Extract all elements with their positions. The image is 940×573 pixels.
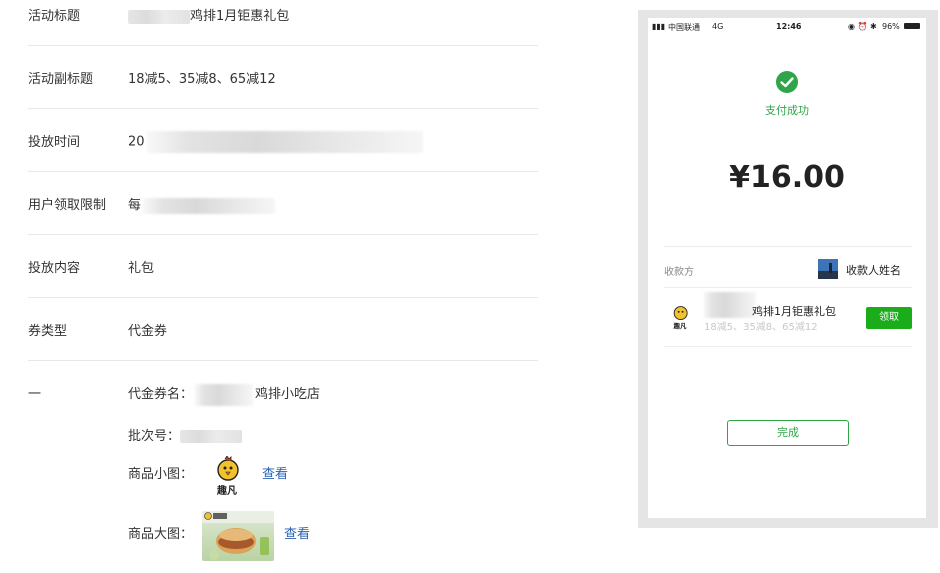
large-image-line: 商品大图： [128,523,193,542]
form-row-subtitle: 活动副标题 18减5、35减8、65减12 [28,46,538,109]
status-bar: ▮▮▮ 中国联通 4G 12:46 ◉ ⏰ ✱ 96% [648,18,926,36]
row-label: 活动标题 [28,9,81,24]
row-value: 礼包 [128,261,155,276]
coupon-detail-form: 活动标题 鸡排1月钜惠礼包 活动副标题 18减5、35减8、65减12 投放时间… [0,0,560,573]
carrier-text: 中国联通 [668,23,700,32]
row-label: 投放时间 [28,135,81,150]
form-row-content: 投放内容 礼包 [28,235,538,298]
row-value: 代金券 [128,324,168,339]
limit-text: 每 [128,198,142,213]
divider [664,287,912,288]
gift-subtitle: 18减5、35减8、65减12 [704,322,818,333]
row-label: 券类型 [28,324,68,339]
redacted-text [143,197,276,214]
signal-icon: ▮▮▮ [652,22,666,31]
row-value: 鸡排1月钜惠礼包 [128,5,289,24]
small-image-line: 商品小图： [128,463,193,482]
brand-text: 趣凡 [673,321,688,330]
payee-label: 收款方 [664,267,694,278]
time-text: 20 [128,134,145,150]
coupon-name-label: 代金券名： [128,387,194,402]
mascot-logo-icon: 趣凡 [216,456,239,496]
gift-brand-icon: 趣凡 [673,306,688,330]
receive-button[interactable]: 领取 [866,307,912,329]
detail-label: 一 [28,387,42,402]
product-large-image [202,511,274,561]
form-row-coupon-type: 券类型 代金券 [28,298,538,361]
redacted-text [146,131,423,153]
battery-text: 96% [882,22,900,31]
status-icons: ◉ ⏰ ✱ [848,22,877,31]
coupon-name-line: 代金券名： 鸡排小吃店 [128,383,320,406]
phone-preview-screen: ▮▮▮ 中国联通 4G 12:46 ◉ ⏰ ✱ 96% 支付成功 ¥16.00 … [648,18,926,518]
clock-text: 12:46 [776,22,802,31]
payee-name: 收款人姓名 [846,264,901,277]
divider [664,346,912,347]
form-row-limit: 用户领取限制 每 [28,172,538,235]
payee-avatar [818,259,838,279]
redacted-text [704,292,756,318]
form-row-time: 投放时间 20 [28,109,538,172]
row-value: 20 [128,131,423,153]
row-value: 18减5、35减8、65减12 [128,72,276,87]
payment-amount: ¥16.00 [729,160,845,195]
batch-line: 批次号： [128,425,243,444]
row-label: 投放内容 [28,261,81,276]
batch-label: 批次号： [128,429,181,444]
view-large-image-link[interactable]: 查看 [284,523,310,542]
payment-success-text: 支付成功 [765,104,809,117]
row-label: 用户领取限制 [28,198,107,213]
redacted-text [195,383,254,406]
divider [664,246,912,247]
network-text: 4G [712,22,724,31]
small-image-label: 商品小图： [128,467,194,482]
done-button[interactable]: 完成 [727,420,849,446]
row-value: 每 [128,194,276,214]
battery-icon [904,23,920,29]
check-success-icon [776,71,798,93]
view-small-image-link[interactable]: 查看 [262,463,288,482]
brand-text: 趣凡 [216,484,237,496]
redacted-text [128,9,190,24]
coupon-name-value: 鸡排小吃店 [255,387,321,402]
title-text: 鸡排1月钜惠礼包 [190,9,290,24]
row-label: 活动副标题 [28,72,94,87]
large-image-label: 商品大图： [128,527,194,542]
gift-title: 鸡排1月钜惠礼包 [752,305,836,318]
form-row-title: 活动标题 鸡排1月钜惠礼包 [28,0,538,46]
redacted-text [180,430,243,443]
